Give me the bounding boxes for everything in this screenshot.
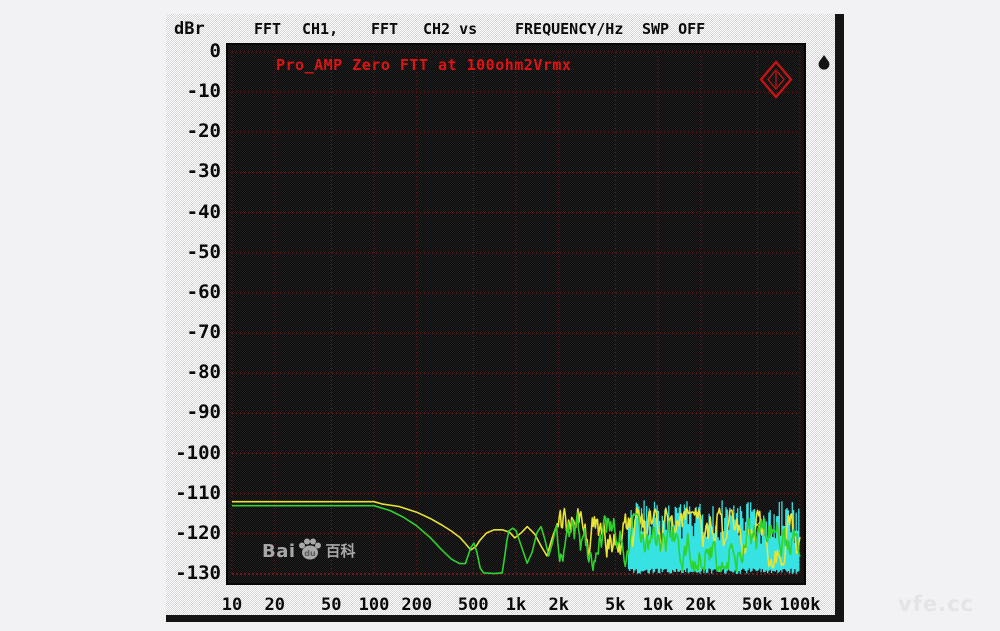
plot-area: Pro_AMP Zero FTT at 100ohm2Vrmx ✕ Bai du… — [228, 45, 804, 583]
baidu-text-baike: 百科 — [326, 540, 356, 562]
x-tick-label: 5k — [605, 595, 625, 615]
x-tick-label: 100 — [359, 595, 390, 615]
plot-title: Pro_AMP Zero FTT at 100ohm2Vrmx — [276, 56, 571, 74]
x-tick-label: 10 — [222, 595, 242, 615]
analyzer-screenshot: dBr FFT CH1, FFT CH2 vs FREQUENCY/Hz SWP… — [166, 14, 844, 622]
site-watermark: vfe.cc — [898, 592, 974, 616]
y-tick-label: -40 — [166, 201, 221, 225]
scroll-marker-icon[interactable] — [817, 54, 831, 73]
header-ch2-vs: CH2 vs — [423, 20, 477, 40]
baidu-baike-watermark: Bai du 百科 — [262, 537, 356, 562]
x-tick-label: 50k — [742, 595, 773, 615]
x-tick-label: 500 — [458, 595, 489, 615]
x-tick-label: 200 — [401, 595, 432, 615]
x-tick-label: 100k — [780, 595, 821, 615]
y-tick-label: -50 — [166, 241, 221, 265]
x-tick-label: 2k — [548, 595, 568, 615]
x-tick-label: 20k — [685, 595, 716, 615]
y-tick-label: -60 — [166, 281, 221, 305]
cursor-marker: ✕ — [754, 518, 761, 531]
header-fft-2: FFT — [371, 20, 398, 40]
y-tick-label: -100 — [166, 442, 221, 466]
baidu-paw-icon: du — [297, 537, 323, 561]
y-tick-label: -90 — [166, 401, 221, 425]
baidu-text-bai: Bai — [262, 541, 296, 562]
y-tick-label: -110 — [166, 482, 221, 506]
x-tick-label: 50 — [321, 595, 341, 615]
y-tick-label: -120 — [166, 522, 221, 546]
baidu-text-du: du — [304, 549, 316, 558]
page: dBr FFT CH1, FFT CH2 vs FREQUENCY/Hz SWP… — [0, 0, 1000, 631]
header-ch1: CH1, — [302, 20, 338, 40]
y-tick-label: -20 — [166, 120, 221, 144]
header-sweep-status: SWP OFF — [642, 20, 705, 40]
x-tick-label: 1k — [506, 595, 526, 615]
y-tick-label: 0 — [166, 40, 221, 64]
y-tick-label: -130 — [166, 562, 221, 586]
header-frequency-axis-label: FREQUENCY/Hz — [515, 20, 623, 40]
x-tick-label: 20 — [264, 595, 284, 615]
y-axis-unit-label: dBr — [174, 19, 205, 39]
y-tick-label: -70 — [166, 321, 221, 345]
window-edge-right — [835, 14, 844, 622]
y-tick-label: -30 — [166, 160, 221, 184]
y-tick-label: -80 — [166, 361, 221, 385]
fft-plot-svg: Pro_AMP Zero FTT at 100ohm2Vrmx ✕ — [228, 45, 804, 583]
y-tick-label: -10 — [166, 80, 221, 104]
x-tick-label: 10k — [643, 595, 674, 615]
header-fft-1: FFT — [254, 20, 281, 40]
window-edge-bottom — [166, 615, 844, 622]
